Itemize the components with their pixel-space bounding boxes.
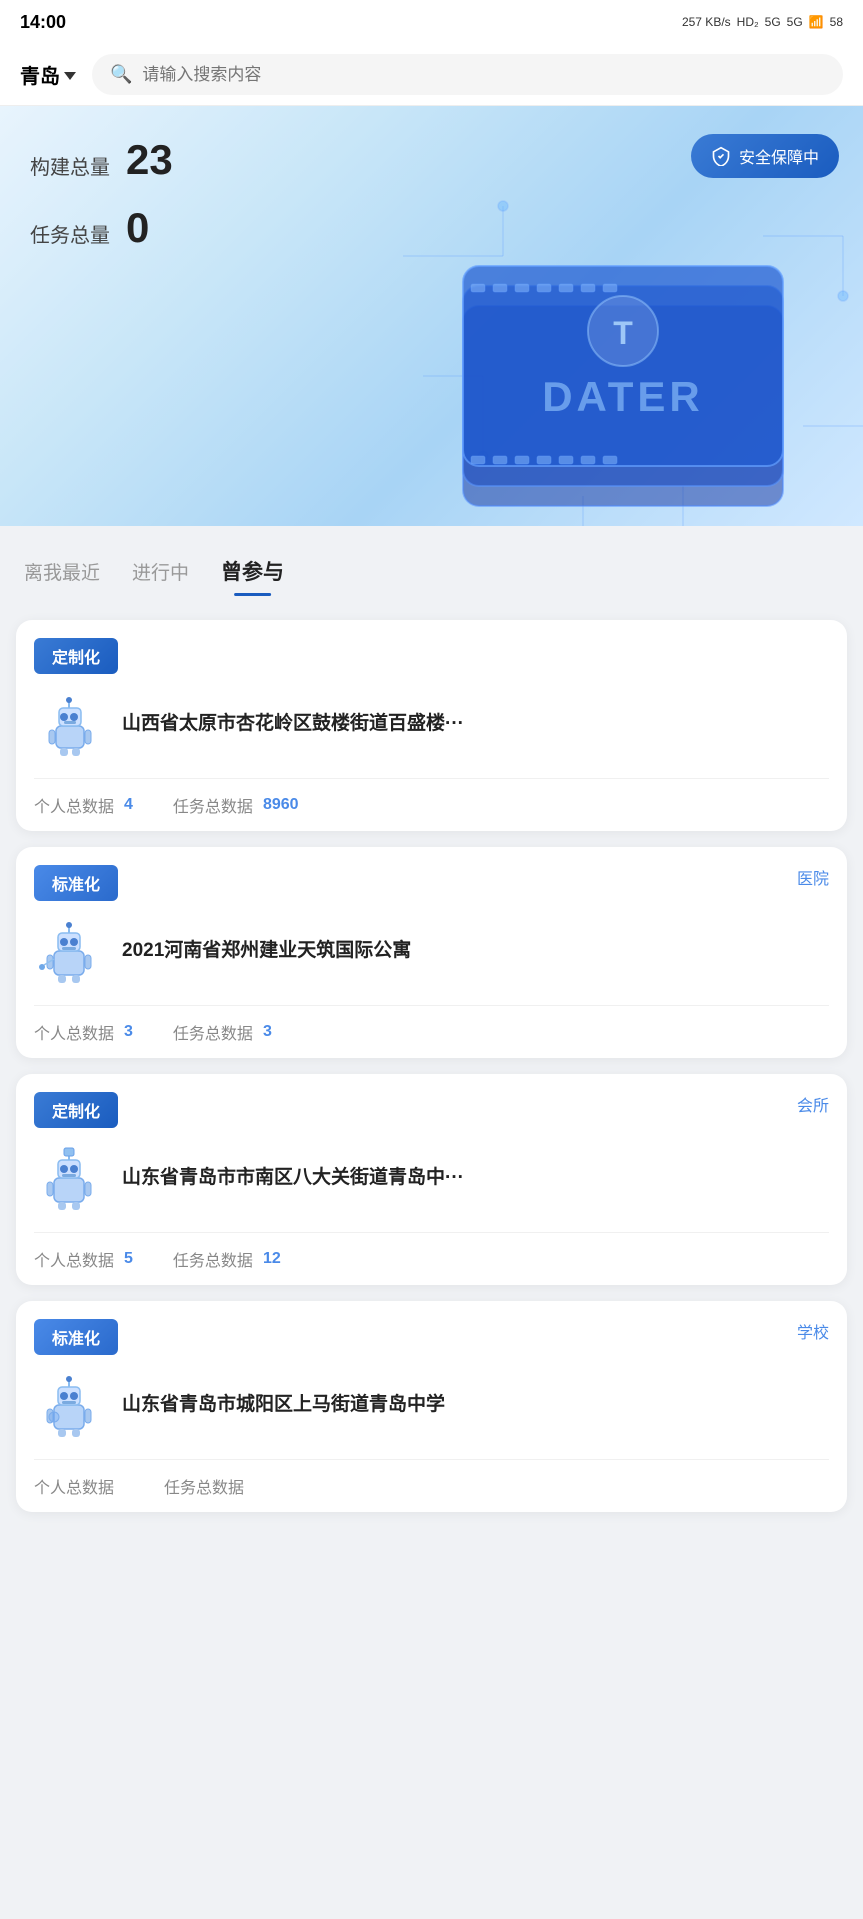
hero-banner: 构建总量 23 任务总量 0 安全保障中 — [0, 106, 863, 526]
top-nav: 青岛 🔍 — [0, 44, 863, 106]
hero-stats: 构建总量 23 任务总量 0 — [30, 136, 173, 272]
speed-indicator: 257 KB/s — [682, 15, 731, 29]
tab-participated[interactable]: 曾参与 — [221, 556, 284, 592]
robot-icon3 — [34, 1142, 104, 1212]
task-data-label: 任务总数据 — [173, 1020, 253, 1044]
card-item[interactable]: 定制化 山西省太原市杏花岭区鼓楼街道百盛楼··· — [16, 620, 847, 831]
card-icon — [34, 1369, 106, 1441]
card-title-wrapper: 山西省太原市杏花岭区鼓楼街道百盛楼··· — [122, 711, 464, 738]
card-badge-standard: 标准化 — [34, 865, 118, 901]
card-item[interactable]: 标准化 医院 — [16, 847, 847, 1058]
battery-icon: 58 — [830, 15, 843, 29]
card-badge-standard: 标准化 — [34, 1319, 118, 1355]
task-data-item: 任务总数据 12 — [173, 1247, 281, 1271]
build-total-label: 构建总量 — [30, 151, 110, 180]
personal-data-label: 个人总数据 — [34, 1020, 114, 1044]
cards-section: 定制化 山西省太原市杏花岭区鼓楼街道百盛楼··· — [0, 608, 863, 1524]
city-selector[interactable]: 青岛 — [20, 60, 76, 89]
card-type-label: 医院 — [797, 865, 829, 889]
task-total-value: 0 — [126, 204, 149, 252]
tab-inprogress[interactable]: 进行中 — [132, 558, 189, 591]
svg-text:T: T — [613, 315, 633, 351]
personal-data-label: 个人总数据 — [34, 1474, 114, 1498]
svg-text:DATER: DATER — [542, 373, 704, 420]
card-item[interactable]: 标准化 学校 山东省青岛 — [16, 1301, 847, 1512]
personal-data-value: 3 — [124, 1023, 133, 1041]
personal-data-value: 4 — [124, 796, 133, 814]
status-icons: 257 KB/s HD₂ 5G 5G 📶 58 — [682, 15, 843, 29]
chevron-down-icon — [64, 72, 76, 80]
bottom-space — [0, 1524, 863, 1564]
safety-label: 安全保障中 — [739, 144, 819, 168]
card-meta: 个人总数据 5 任务总数据 12 — [16, 1233, 847, 1285]
status-bar: 14:00 257 KB/s HD₂ 5G 5G 📶 58 — [0, 0, 863, 44]
city-label: 青岛 — [20, 60, 60, 89]
shield-icon — [711, 146, 731, 166]
task-data-item: 任务总数据 — [164, 1474, 254, 1498]
hero-chip: T DATER — [383, 176, 863, 526]
task-data-value: 12 — [263, 1250, 281, 1268]
card-content: 山东省青岛市市南区八大关街道青岛中··· — [16, 1128, 847, 1232]
network-5g-icon2: 5G — [787, 15, 803, 29]
card-badge-custom: 定制化 — [34, 638, 118, 674]
task-data-label: 任务总数据 — [164, 1474, 244, 1498]
build-total-value: 23 — [126, 136, 173, 184]
safety-badge[interactable]: 安全保障中 — [691, 134, 839, 178]
network-5g-icon1: 5G — [765, 15, 781, 29]
card-title-wrapper: 2021河南省郑州建业天筑国际公寓 — [122, 938, 411, 965]
personal-data-value: 5 — [124, 1250, 133, 1268]
task-data-label: 任务总数据 — [173, 1247, 253, 1271]
card-meta: 个人总数据 3 任务总数据 3 — [16, 1006, 847, 1058]
personal-data-item: 个人总数据 — [34, 1474, 124, 1498]
robot-icon — [34, 688, 104, 758]
card-icon — [34, 1142, 106, 1214]
search-icon: 🔍 — [110, 64, 132, 85]
card-title: 2021河南省郑州建业天筑国际公寓 — [122, 938, 411, 965]
wifi-icon: 📶 — [809, 15, 824, 29]
card-icon — [34, 915, 106, 987]
filter-section: 离我最近 进行中 曾参与 — [0, 526, 863, 608]
task-total-row: 任务总量 0 — [30, 204, 173, 252]
card-type-label: 学校 — [797, 1319, 829, 1343]
personal-data-item: 个人总数据 5 — [34, 1247, 133, 1271]
network-hd-icon: HD₂ — [737, 15, 759, 29]
card-type-label: 会所 — [797, 1092, 829, 1116]
search-input[interactable] — [142, 65, 825, 85]
search-bar[interactable]: 🔍 — [92, 54, 843, 95]
tab-nearby[interactable]: 离我最近 — [24, 558, 100, 591]
task-data-value: 8960 — [263, 796, 299, 814]
task-data-value: 3 — [263, 1023, 272, 1041]
task-data-item: 任务总数据 3 — [173, 1020, 272, 1044]
task-total-label: 任务总量 — [30, 219, 110, 248]
card-content: 2021河南省郑州建业天筑国际公寓 — [16, 901, 847, 1005]
card-title: 山东省青岛市城阳区上马街道青岛中学 — [122, 1392, 445, 1419]
personal-data-label: 个人总数据 — [34, 1247, 114, 1271]
card-content: 山东省青岛市城阳区上马街道青岛中学 — [16, 1355, 847, 1459]
card-icon — [34, 688, 106, 760]
task-data-item: 任务总数据 8960 — [173, 793, 299, 817]
personal-data-label: 个人总数据 — [34, 793, 114, 817]
card-meta: 个人总数据 任务总数据 — [16, 1460, 847, 1512]
build-total-row: 构建总量 23 — [30, 136, 173, 184]
circuit-svg: T DATER — [383, 176, 863, 526]
robot-icon2 — [34, 915, 104, 985]
card-meta: 个人总数据 4 任务总数据 8960 — [16, 779, 847, 831]
filter-tabs: 离我最近 进行中 曾参与 — [24, 556, 839, 592]
card-title-wrapper: 山东省青岛市城阳区上马街道青岛中学 — [122, 1392, 445, 1419]
card-title: 山东省青岛市市南区八大关街道青岛中··· — [122, 1165, 464, 1192]
personal-data-item: 个人总数据 4 — [34, 793, 133, 817]
status-time: 14:00 — [20, 12, 66, 33]
card-badge-custom: 定制化 — [34, 1092, 118, 1128]
task-data-label: 任务总数据 — [173, 793, 253, 817]
robot-icon4 — [34, 1369, 104, 1439]
card-content: 山西省太原市杏花岭区鼓楼街道百盛楼··· — [16, 674, 847, 778]
card-item[interactable]: 定制化 会所 山东省青岛市市南区八大关街道青岛 — [16, 1074, 847, 1285]
personal-data-item: 个人总数据 3 — [34, 1020, 133, 1044]
card-title: 山西省太原市杏花岭区鼓楼街道百盛楼··· — [122, 711, 464, 738]
card-title-wrapper: 山东省青岛市市南区八大关街道青岛中··· — [122, 1165, 464, 1192]
